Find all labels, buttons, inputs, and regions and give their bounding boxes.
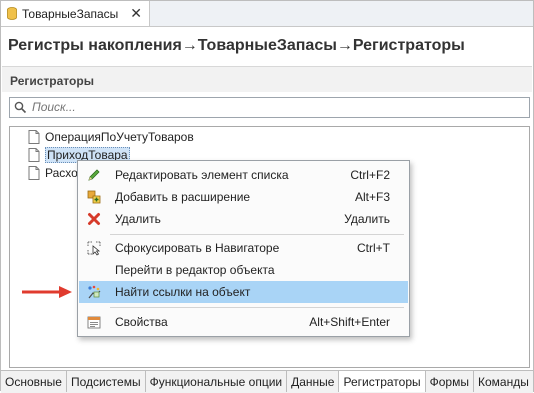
tree-item-label: Расхо xyxy=(45,165,78,180)
tab-formy[interactable]: Формы xyxy=(426,371,474,392)
menu-item-shortcut: Ctrl+F2 xyxy=(350,168,390,182)
menu-item-find-references[interactable]: Найти ссылки на объект xyxy=(79,281,408,303)
document-icon xyxy=(28,165,40,180)
panel-title: Регистраторы xyxy=(10,74,94,88)
bottom-tab-bar: Основные Подсистемы Функциональные опции… xyxy=(1,370,534,393)
database-icon xyxy=(7,7,17,20)
menu-item-delete[interactable]: Удалить Удалить xyxy=(79,208,408,230)
menu-item-properties[interactable]: Свойства Alt+Shift+Enter xyxy=(79,311,408,333)
menu-item-label: Перейти в редактор объекта xyxy=(115,263,275,277)
tab-title: ТоварныеЗапасы xyxy=(22,6,119,21)
delete-x-icon xyxy=(88,213,100,225)
menu-item-shortcut: Ctrl+T xyxy=(357,241,390,255)
registrars-panel-header: Регистраторы xyxy=(2,66,532,92)
find-references-icon xyxy=(88,285,101,299)
tab-registratory[interactable]: Регистраторы xyxy=(339,371,426,392)
menu-item-focus-in-navigator[interactable]: Сфокусировать в Навигаторе Ctrl+T xyxy=(79,237,408,259)
menu-item-label: Свойства xyxy=(115,315,168,329)
context-menu: Редактировать элемент списка Ctrl+F2 Доб… xyxy=(77,160,410,337)
tree-item-operaciya[interactable]: ОперацияПоУчетуТоваров xyxy=(28,128,194,145)
tab-komandy[interactable]: Команды xyxy=(474,371,534,392)
menu-item-label: Найти ссылки на объект xyxy=(115,285,251,299)
tree-item-rashod[interactable]: Расхо xyxy=(28,164,78,181)
menu-item-label: Удалить xyxy=(115,212,161,226)
tab-funkcionalnye-opcii[interactable]: Функциональные опции xyxy=(146,371,288,392)
tab-bar: ТоварныеЗапасы ✕ xyxy=(1,1,533,27)
menu-item-label: Добавить в расширение xyxy=(115,190,251,204)
tab-dannye[interactable]: Данные xyxy=(287,371,340,392)
menu-item-add-to-extension[interactable]: Добавить в расширение Alt+F3 xyxy=(79,186,408,208)
tree-item-label: ОперацияПоУчетуТоваров xyxy=(45,129,194,144)
menu-item-shortcut: Alt+F3 xyxy=(354,190,390,204)
menu-item-shortcut: Alt+Shift+Enter xyxy=(309,315,390,329)
breadcrumb: Регистры накопления→ТоварныеЗапасы→Регис… xyxy=(8,37,465,54)
menu-item-edit-list-element[interactable]: Редактировать элемент списка Ctrl+F2 xyxy=(79,164,408,186)
pencil-icon xyxy=(88,169,100,181)
menu-item-label: Сфокусировать в Навигаторе xyxy=(115,241,280,255)
editor-window: ТоварныеЗапасы ✕ Регистры накопления→Тов… xyxy=(0,0,534,393)
menu-item-shortcut: Удалить xyxy=(344,212,390,226)
add-extension-icon xyxy=(87,190,101,204)
tab-podsistemy[interactable]: Подсистемы xyxy=(67,371,146,392)
search-input[interactable] xyxy=(32,99,512,115)
close-icon[interactable]: ✕ xyxy=(130,5,142,22)
menu-item-go-to-object-editor[interactable]: Перейти в редактор объекта xyxy=(79,259,408,281)
document-icon xyxy=(28,147,40,162)
search-icon xyxy=(14,101,27,114)
red-arrow-icon xyxy=(22,286,72,298)
document-icon xyxy=(28,129,40,144)
menu-item-label: Редактировать элемент списка xyxy=(115,168,289,182)
tab-osnovnye[interactable]: Основные xyxy=(1,371,67,392)
menu-separator xyxy=(110,234,404,235)
search-box[interactable] xyxy=(9,97,530,118)
tab-tovarnye-zapasy[interactable]: ТоварныеЗапасы ✕ xyxy=(1,1,150,26)
properties-icon xyxy=(87,316,101,329)
menu-separator xyxy=(110,307,404,308)
navigator-focus-icon xyxy=(87,241,101,256)
